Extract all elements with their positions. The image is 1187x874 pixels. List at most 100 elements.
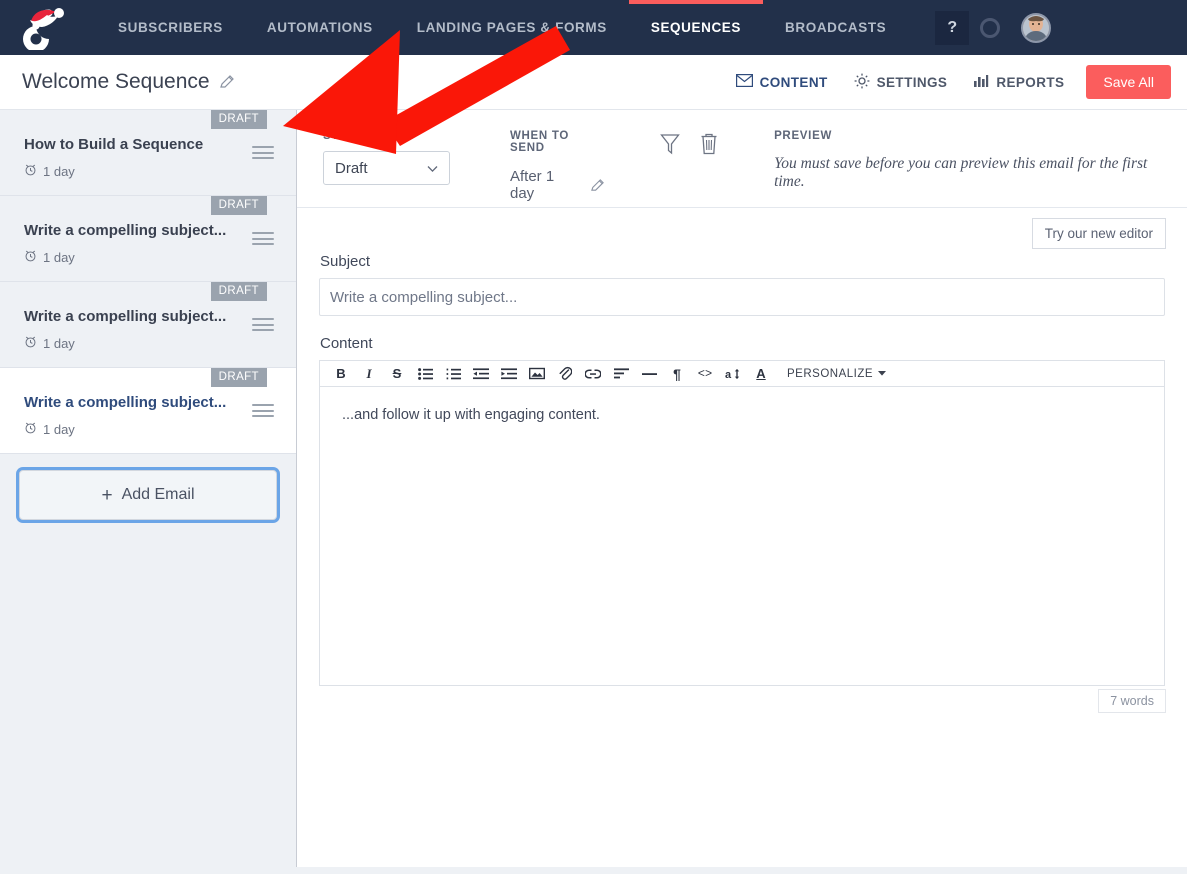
nav-tab-sequences[interactable]: SEQUENCES (628, 0, 764, 55)
nav-tab-label: LANDING PAGES & FORMS (416, 20, 607, 35)
email-list-item-1[interactable]: DRAFT How to Build a Sequence 1 day (0, 110, 296, 196)
email-sequence-sidebar[interactable]: DRAFT How to Build a Sequence 1 day DRAF… (0, 110, 297, 867)
alarm-clock-icon (24, 163, 37, 179)
nav-tab-label: SEQUENCES (650, 20, 742, 35)
content-label: Content (320, 335, 373, 352)
loading-ring-icon[interactable] (969, 11, 1010, 45)
help-icon[interactable]: ? (935, 10, 970, 45)
outdent-icon[interactable] (467, 362, 495, 386)
align-left-svg (613, 368, 629, 379)
numbered-list-svg (446, 368, 461, 379)
pilcrow-glyph: ¶ (673, 365, 681, 382)
avatar-face-svg (1023, 14, 1050, 41)
page-header: Welcome Sequence CONTENT SETTINGS REPORT… (0, 55, 1187, 110)
bulleted-list-icon[interactable] (411, 362, 439, 386)
content-editor-body[interactable]: ...and follow it up with engaging conten… (319, 386, 1165, 686)
code-icon[interactable]: <> (691, 362, 719, 386)
drag-handle[interactable] (252, 229, 274, 249)
save-all-button[interactable]: Save All (1086, 65, 1171, 99)
funnel-icon[interactable] (660, 133, 680, 155)
link-svg (585, 368, 601, 379)
nav-tab-label: AUTOMATIONS (266, 20, 373, 35)
text-color-icon[interactable]: A (747, 362, 775, 386)
status-badge: DRAFT (210, 110, 267, 129)
outdent-svg (473, 367, 489, 379)
editor-toolbar: B I S ¶ <> a A PERSONALIZE (319, 360, 1165, 386)
alarm-clock-icon (24, 421, 37, 437)
alarm-clock-icon (24, 335, 37, 351)
alarm-clock-svg (25, 422, 36, 434)
code-glyph: <> (697, 366, 713, 381)
hr-svg (641, 372, 657, 375)
help-label: ? (947, 18, 958, 36)
alarm-clock-svg (25, 250, 36, 262)
pencil-icon[interactable] (590, 178, 605, 193)
email-editor-panel: STATUS Draft WHEN TO SEND After 1 day PR… (297, 110, 1187, 867)
attachment-icon[interactable] (551, 362, 579, 386)
personalize-label: PERSONALIZE (787, 367, 874, 380)
align-left-icon[interactable] (607, 362, 635, 386)
when-to-send-column: WHEN TO SEND After 1 day (450, 130, 605, 202)
horizontal-rule-icon[interactable] (635, 362, 663, 386)
email-delay-label: 1 day (43, 163, 75, 179)
header-tab-content[interactable]: CONTENT (723, 74, 841, 90)
italic-glyph: I (366, 365, 372, 381)
add-email-button[interactable]: + Add Email (19, 470, 277, 520)
email-list-item-3[interactable]: DRAFT Write a compelling subject... 1 da… (0, 282, 296, 368)
preview-column: PREVIEW You must save before you can pre… (719, 130, 1187, 191)
numbered-list-icon[interactable] (439, 362, 467, 386)
alarm-clock-icon (24, 249, 37, 265)
email-delay-label: 1 day (43, 249, 75, 265)
nav-tab-label: SUBSCRIBERS (118, 20, 223, 35)
drag-handle[interactable] (252, 315, 274, 335)
paragraph-icon[interactable]: ¶ (663, 362, 691, 386)
preview-message: You must save before you can preview thi… (774, 155, 1148, 190)
pencil-svg (591, 178, 604, 191)
status-badge: DRAFT (210, 196, 267, 215)
try-new-editor-button[interactable]: Try our new editor (1031, 218, 1166, 249)
pencil-icon[interactable] (219, 74, 235, 90)
indent-icon[interactable] (495, 362, 523, 386)
subject-input[interactable] (319, 278, 1165, 316)
email-list-item-2[interactable]: DRAFT Write a compelling subject... 1 da… (0, 196, 296, 282)
bar-chart-svg (974, 74, 989, 87)
email-delay: 1 day (0, 163, 296, 179)
try-editor-row: Try our new editor (319, 208, 1166, 249)
personalize-dropdown[interactable]: PERSONALIZE (787, 367, 887, 380)
strikethrough-icon[interactable]: S (383, 362, 411, 386)
status-select[interactable]: Draft (323, 151, 450, 185)
status-label: STATUS (323, 130, 372, 142)
email-delay-label: 1 day (43, 335, 75, 351)
page-title: Welcome Sequence (22, 70, 235, 94)
convertkit-santa-logo[interactable] (0, 0, 96, 55)
nav-tab-subscribers[interactable]: SUBSCRIBERS (96, 0, 245, 55)
status-badge: DRAFT (210, 282, 267, 301)
bar-chart-icon (973, 74, 989, 91)
nav-tab-broadcasts[interactable]: BROADCASTS (763, 0, 908, 55)
image-icon[interactable] (523, 362, 551, 386)
svg-text:a: a (725, 369, 732, 381)
nav-tab-landing-pages-and-forms[interactable]: LANDING PAGES & FORMS (395, 0, 629, 55)
bold-glyph: B (336, 366, 346, 381)
header-tab-settings[interactable]: SETTINGS (841, 73, 961, 92)
email-delay: 1 day (0, 249, 296, 265)
drag-handle[interactable] (252, 401, 274, 421)
link-icon[interactable] (579, 362, 607, 386)
when-to-send-value[interactable]: After 1 day (510, 163, 605, 202)
status-badge: DRAFT (210, 368, 267, 387)
font-size-icon[interactable]: a (719, 362, 747, 386)
trash-icon[interactable] (699, 133, 719, 155)
bold-icon[interactable]: B (327, 362, 355, 386)
paperclip-svg (559, 366, 572, 380)
header-actions: CONTENT SETTINGS REPORTS Save All (723, 65, 1187, 99)
italic-icon[interactable]: I (355, 362, 383, 386)
email-list-item-4[interactable]: DRAFT Write a compelling subject... 1 da… (0, 368, 296, 454)
strikethrough-glyph: S (392, 366, 402, 381)
user-avatar[interactable] (1010, 11, 1062, 45)
font-size-svg: a (725, 368, 740, 381)
drag-handle[interactable] (252, 143, 274, 163)
header-tab-reports[interactable]: REPORTS (960, 74, 1077, 91)
status-select-value: Draft (335, 159, 368, 177)
nav-tab-automations[interactable]: AUTOMATIONS (245, 0, 395, 55)
top-navigation-bar: SUBSCRIBERS AUTOMATIONS LANDING PAGES & … (0, 0, 1187, 55)
